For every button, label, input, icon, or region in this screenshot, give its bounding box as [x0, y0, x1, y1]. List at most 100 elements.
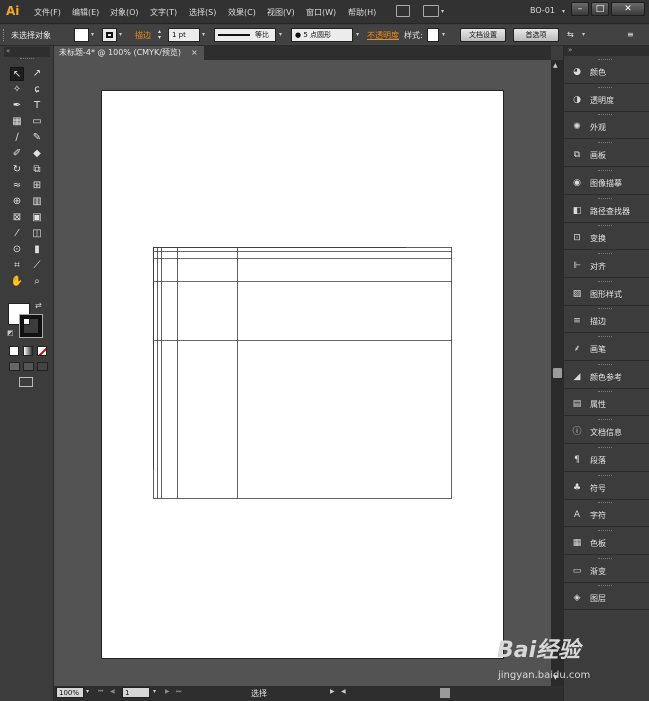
- next-artboard-icon[interactable]: ▶: [165, 688, 170, 695]
- workspace-dropdown-icon[interactable]: ▾: [562, 8, 565, 15]
- panel-item-document-info[interactable]: ⓘ 文档信息: [564, 417, 649, 445]
- arrange-documents-icon[interactable]: [423, 5, 439, 17]
- pen-tool-icon[interactable]: ✒: [10, 99, 24, 113]
- minimize-button[interactable]: –: [571, 2, 589, 16]
- panel-item-attributes[interactable]: ▤ 属性: [564, 389, 649, 417]
- brush-definition[interactable]: ● 5 点圆形: [291, 28, 353, 42]
- rectangle-tool-icon[interactable]: ▭: [30, 115, 44, 129]
- rotate-tool-icon[interactable]: ↻: [10, 163, 24, 177]
- gradient-mode-icon[interactable]: [23, 346, 33, 356]
- panel-item-swatches[interactable]: ▦ 色板: [564, 528, 649, 555]
- panel-item-artboards[interactable]: ⧉ 画板: [564, 140, 649, 168]
- paintbrush-tool-icon[interactable]: ∕: [10, 131, 24, 145]
- menu-help[interactable]: 帮助(H): [348, 7, 376, 18]
- free-transform-tool-icon[interactable]: ⊞: [30, 179, 44, 193]
- vertical-scrollbar[interactable]: ▲ ▼: [551, 60, 563, 686]
- panel-item-character[interactable]: A 字符: [564, 500, 649, 528]
- symbol-sprayer-tool-icon[interactable]: ⊙: [10, 243, 24, 257]
- variable-width-profile[interactable]: 等比: [214, 28, 276, 42]
- bridge-icon[interactable]: [396, 5, 410, 17]
- fill-swatch[interactable]: [74, 28, 89, 42]
- workspace-switcher[interactable]: BO-01: [530, 6, 555, 15]
- tab-close-icon[interactable]: ×: [191, 46, 198, 60]
- stroke-weight-input[interactable]: 1 pt: [168, 28, 200, 42]
- pencil-tool-icon[interactable]: ✎: [30, 131, 44, 145]
- panel-item-color[interactable]: ◕ 颜色: [564, 57, 649, 84]
- panel-item-brushes[interactable]: ⸙ 画笔: [564, 334, 649, 361]
- canvas-area[interactable]: [54, 60, 551, 686]
- vertical-scroll-thumb[interactable]: [553, 368, 562, 378]
- scroll-left-icon[interactable]: ◀: [341, 688, 346, 695]
- eyedropper-tool-icon[interactable]: ⁄: [10, 227, 24, 241]
- swap-colors-icon[interactable]: ⇄: [35, 301, 42, 310]
- perspective-grid-tool-icon[interactable]: ▥: [30, 195, 44, 209]
- eraser-tool-icon[interactable]: ◆: [30, 147, 44, 161]
- selection-tool-icon[interactable]: ↖: [10, 67, 24, 81]
- draw-behind-icon[interactable]: [23, 362, 34, 371]
- artboard-number-input[interactable]: 1: [122, 687, 150, 698]
- expand-panels-icon[interactable]: »: [568, 46, 572, 54]
- scale-tool-icon[interactable]: ⧉: [30, 163, 44, 177]
- stroke-label[interactable]: 描边: [135, 30, 151, 41]
- menu-type[interactable]: 文字(T): [150, 7, 177, 18]
- panel-item-align[interactable]: ⊩ 对齐: [564, 251, 649, 278]
- maximize-button[interactable]: □: [591, 2, 609, 16]
- zoom-dropdown-icon[interactable]: ▾: [86, 688, 89, 695]
- artboard-tool-icon[interactable]: ⌗: [10, 259, 24, 273]
- panel-item-transparency[interactable]: ◑ 透明度: [564, 85, 649, 112]
- prev-artboard-icon[interactable]: ◀: [110, 688, 115, 695]
- blend-tool-icon[interactable]: ◫: [30, 227, 44, 241]
- blob-brush-tool-icon[interactable]: ✐: [10, 147, 24, 161]
- menu-view[interactable]: 视图(V): [267, 7, 295, 18]
- panel-item-symbols[interactable]: ♣ 符号: [564, 473, 649, 500]
- menu-file[interactable]: 文件(F): [34, 7, 61, 18]
- status-menu-icon[interactable]: ▶: [330, 688, 335, 695]
- style-dropdown-icon[interactable]: ▾: [442, 31, 445, 38]
- color-mode-icon[interactable]: [9, 346, 19, 356]
- profile-dropdown-icon[interactable]: ▾: [279, 31, 282, 38]
- zoom-tool-icon[interactable]: ⌕: [30, 275, 44, 289]
- shape-builder-tool-icon[interactable]: ⊕: [10, 195, 24, 209]
- preferences-button[interactable]: 首选项: [513, 28, 559, 42]
- document-tab[interactable]: 未标题-4* @ 100% (CMYK/预览): [54, 46, 204, 60]
- panel-item-pathfinder[interactable]: ◧ 路径查找器: [564, 196, 649, 223]
- arrange-icon[interactable]: ⇆: [567, 30, 574, 39]
- screen-mode-icon[interactable]: [19, 377, 33, 387]
- lasso-tool-icon[interactable]: ɕ: [30, 83, 44, 97]
- panel-item-gradient[interactable]: ▭ 渐变: [564, 556, 649, 583]
- panel-item-layers[interactable]: ◈ 图层: [564, 583, 649, 611]
- mesh-tool-icon[interactable]: ⊠: [10, 211, 24, 225]
- arrange-dropdown-icon-2[interactable]: ▾: [582, 31, 585, 38]
- horizontal-scroll-thumb[interactable]: [440, 688, 450, 698]
- panel-item-appearance[interactable]: ✺ 外观: [564, 112, 649, 140]
- menu-effect[interactable]: 效果(C): [228, 7, 256, 18]
- default-colors-icon[interactable]: ◩: [7, 329, 14, 337]
- fill-dropdown-icon[interactable]: ▾: [91, 31, 94, 38]
- panel-item-stroke[interactable]: ≡ 描边: [564, 306, 649, 334]
- gradient-tool-icon[interactable]: ▣: [30, 211, 44, 225]
- slice-tool-icon[interactable]: ⟋: [30, 259, 44, 273]
- panel-menu-icon[interactable]: ≡: [627, 30, 634, 39]
- first-artboard-icon[interactable]: ⏮: [98, 688, 103, 696]
- draw-inside-icon[interactable]: [37, 362, 48, 371]
- menu-object[interactable]: 对象(O): [110, 7, 139, 18]
- dock-header[interactable]: »: [564, 46, 649, 56]
- last-artboard-icon[interactable]: ⏭: [176, 688, 181, 696]
- panel-item-image-trace[interactable]: ◉ 图像描摹: [564, 168, 649, 195]
- menu-select[interactable]: 选择(S): [189, 7, 216, 18]
- artboard-dropdown-icon[interactable]: ▾: [153, 688, 156, 695]
- panel-item-paragraph[interactable]: ¶ 段落: [564, 445, 649, 472]
- none-mode-icon[interactable]: [37, 346, 47, 356]
- scroll-up-icon[interactable]: ▲: [553, 62, 558, 69]
- panel-item-graphic-styles[interactable]: ▨ 图形样式: [564, 279, 649, 306]
- stroke-dropdown-icon[interactable]: ▾: [119, 31, 122, 38]
- menu-window[interactable]: 窗口(W): [306, 7, 336, 18]
- close-window-button[interactable]: ✕: [611, 2, 645, 16]
- stroke-weight-dropdown-icon[interactable]: ▾: [202, 31, 205, 38]
- stroke-color-icon[interactable]: [19, 314, 43, 338]
- warp-tool-icon[interactable]: ≈: [10, 179, 24, 193]
- menu-edit[interactable]: 编辑(E): [72, 7, 99, 18]
- opacity-link[interactable]: 不透明度: [367, 30, 399, 41]
- magic-wand-tool-icon[interactable]: ✧: [10, 83, 24, 97]
- hand-tool-icon[interactable]: ✋: [10, 275, 24, 289]
